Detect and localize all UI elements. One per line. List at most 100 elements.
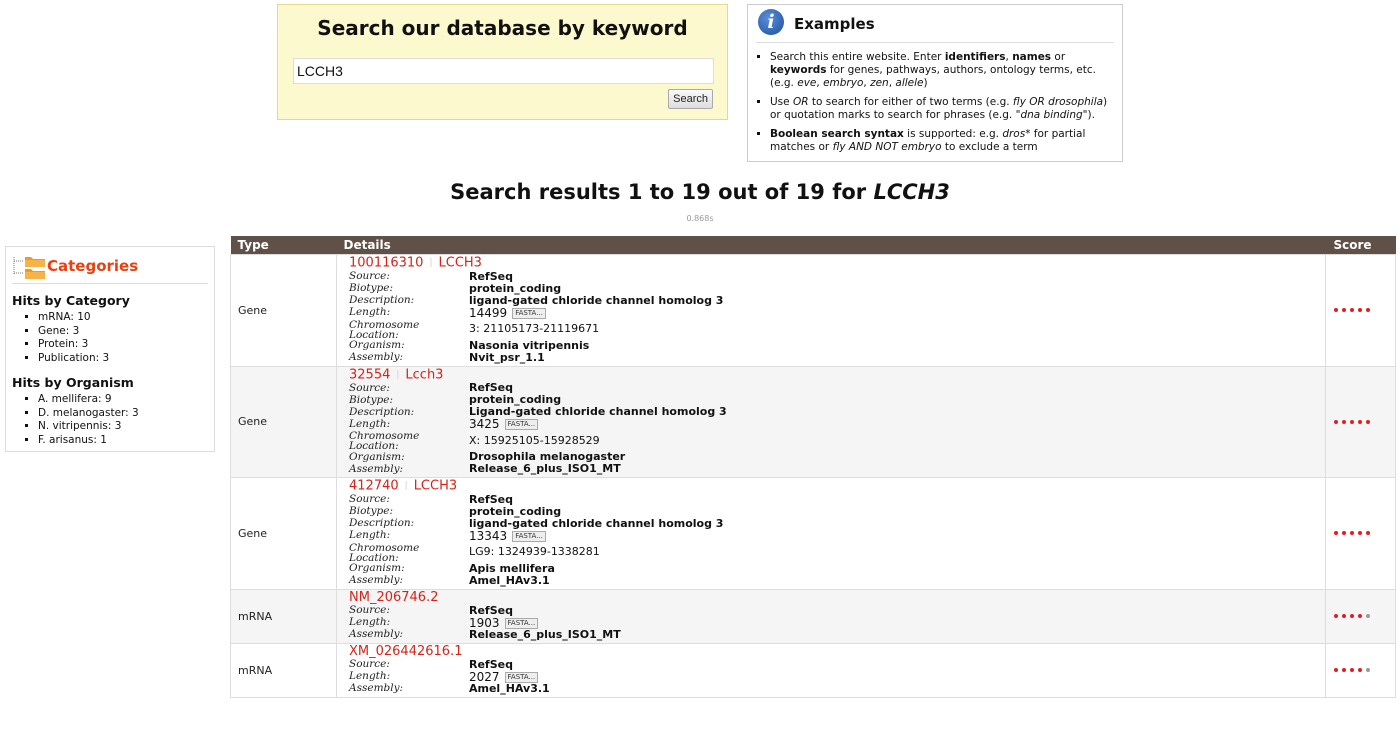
- search-input[interactable]: [293, 58, 714, 84]
- result-score: [1325, 254, 1396, 367]
- result-title: 412740 | LCCH3: [349, 479, 1319, 494]
- score-dot: [1334, 531, 1338, 536]
- score-dot: [1366, 531, 1370, 536]
- divider: [12, 283, 208, 284]
- hits-by-category-heading: Hits by Category: [12, 293, 130, 308]
- field-label: Organism:: [349, 450, 405, 463]
- field-label: Assembly:: [349, 462, 404, 475]
- organism-filter-item[interactable]: D. melanogaster: 3: [38, 407, 139, 421]
- result-symbol-link[interactable]: Lcch3: [405, 367, 443, 382]
- field-label: Assembly:: [349, 574, 404, 587]
- result-field: Length: 3425 FASTA...: [349, 418, 1319, 430]
- score-dot: [1350, 668, 1354, 672]
- result-details: 412740 | LCCH3 Source: RefSeq Biotype: protein…: [336, 477, 1326, 590]
- results-title: Search results 1 to 19 out of 19 for LCC…: [0, 180, 1400, 204]
- score-dot: [1366, 419, 1370, 424]
- search-button[interactable]: Search: [668, 89, 713, 109]
- category-filter-item[interactable]: Gene: 3: [38, 325, 109, 339]
- categories-panel: Categories Hits by Category mRNA: 10Gene…: [5, 246, 215, 452]
- score-dot: [1350, 531, 1354, 536]
- result-field: Chromosome Location: LG9: 1324939-1338281: [349, 542, 1319, 563]
- result-score: [1325, 477, 1396, 590]
- category-filter-item[interactable]: mRNA: 10: [38, 311, 109, 325]
- field-value: Amel_HAv3.1: [469, 573, 550, 587]
- result-type: mRNA: [230, 588, 337, 644]
- result-type: Gene: [230, 365, 337, 478]
- field-value: Nvit_psr_1.1: [469, 350, 545, 364]
- field-label: Organism:: [349, 339, 405, 352]
- result-id-link[interactable]: 100116310: [349, 256, 423, 271]
- categories-title: Categories: [47, 257, 139, 275]
- table-row: Gene 100116310 | LCCH3 Source: RefSeq Biotype:…: [230, 254, 1396, 367]
- score-dot: [1358, 531, 1362, 536]
- field-label: Length:: [349, 529, 391, 542]
- column-header-type: Type: [230, 236, 337, 255]
- result-score: [1325, 588, 1396, 644]
- score-dot: [1366, 668, 1370, 672]
- result-score: [1325, 642, 1396, 698]
- result-score: [1325, 365, 1396, 478]
- info-icon: i: [758, 9, 784, 35]
- search-timing: 0.868s: [686, 214, 714, 223]
- field-label: Source:: [349, 381, 390, 394]
- table-header-row: Type Details Score: [230, 236, 1396, 255]
- result-field: Chromosome Location: 3: 21105173-21119671: [349, 319, 1319, 340]
- examples-panel: i Examples Search this entire website. E…: [747, 4, 1123, 162]
- fasta-button[interactable]: FASTA...: [512, 307, 546, 319]
- score-dot: [1342, 668, 1346, 672]
- score-rating: [1326, 614, 1395, 618]
- search-title: Search our database by keyword: [317, 16, 688, 40]
- column-header-details: Details: [336, 236, 1326, 255]
- result-id-link[interactable]: XM_026442616.1: [349, 644, 462, 659]
- score-dot: [1342, 308, 1346, 313]
- fasta-button[interactable]: FASTA...: [512, 530, 546, 542]
- result-field: Length: 14499 FASTA...: [349, 307, 1319, 319]
- result-title: 32554 | Lcch3: [349, 368, 1319, 383]
- field-value: Release_6_plus_ISO1_MT: [469, 627, 621, 641]
- result-title: NM_206746.2: [349, 590, 1319, 605]
- score-dot: [1366, 308, 1370, 313]
- field-label: Source:: [349, 658, 390, 671]
- separator: |: [404, 481, 408, 491]
- field-label: Length:: [349, 417, 391, 430]
- result-details: 32554 | Lcch3 Source: RefSeq Biotype: protein_…: [336, 365, 1326, 478]
- category-filter-item[interactable]: Protein: 3: [38, 338, 109, 352]
- field-value: 13343 FASTA...: [469, 530, 546, 542]
- result-symbol-link[interactable]: LCCH3: [439, 256, 482, 271]
- organism-filter-item[interactable]: N. vitripennis: 3: [38, 420, 139, 434]
- result-id-link[interactable]: NM_206746.2: [349, 590, 438, 605]
- result-details: 100116310 | LCCH3 Source: RefSeq Biotype: prot…: [336, 254, 1326, 367]
- result-id-link[interactable]: 412740: [349, 479, 399, 494]
- field-label: Source:: [349, 604, 390, 617]
- field-label: Length:: [349, 306, 391, 319]
- score-dot: [1334, 419, 1338, 424]
- score-rating: [1326, 308, 1395, 313]
- field-value: Ligand-gated chloride channel homolog 3: [469, 405, 727, 418]
- fasta-button[interactable]: FASTA...: [504, 419, 539, 430]
- field-label: Chromosome Location:: [349, 318, 420, 341]
- table-row: mRNA XM_026442616.1 Source: RefSeq Length: 20…: [230, 642, 1396, 698]
- category-filter-item[interactable]: Publication: 3: [38, 352, 109, 366]
- result-id-link[interactable]: 32554: [349, 367, 390, 382]
- example-item: Boolean search syntax is supported: e.g.…: [770, 128, 1116, 154]
- field-label: Biotype:: [349, 393, 394, 406]
- organism-filter-item[interactable]: F. arisanus: 1: [38, 434, 139, 448]
- result-field: Chromosome Location: X: 15925105-15928529: [349, 430, 1319, 452]
- results-title-prefix: Search results 1 to 19 out of 19 for: [450, 180, 874, 204]
- score-rating: [1326, 531, 1395, 536]
- result-type: Gene: [230, 254, 337, 367]
- table-row: Gene 32554 | Lcch3 Source: RefSeq Biotype: prot…: [230, 365, 1396, 478]
- result-field: Assembly: Release_6_plus_ISO1_MT: [349, 463, 1319, 475]
- score-dot: [1358, 419, 1362, 424]
- table-row: mRNA NM_206746.2 Source: RefSeq Length: 1903 F…: [230, 588, 1396, 644]
- score-dot: [1342, 531, 1346, 536]
- field-label: Description:: [349, 517, 415, 530]
- field-label: Description:: [349, 405, 415, 418]
- result-title: 100116310 | LCCH3: [349, 256, 1319, 271]
- field-label: Length:: [349, 670, 391, 683]
- field-label: Biotype:: [349, 505, 394, 518]
- score-dot: [1334, 308, 1338, 313]
- divider: [756, 42, 1114, 43]
- organism-filter-item[interactable]: A. mellifera: 9: [38, 393, 139, 407]
- result-symbol-link[interactable]: LCCH3: [414, 479, 457, 494]
